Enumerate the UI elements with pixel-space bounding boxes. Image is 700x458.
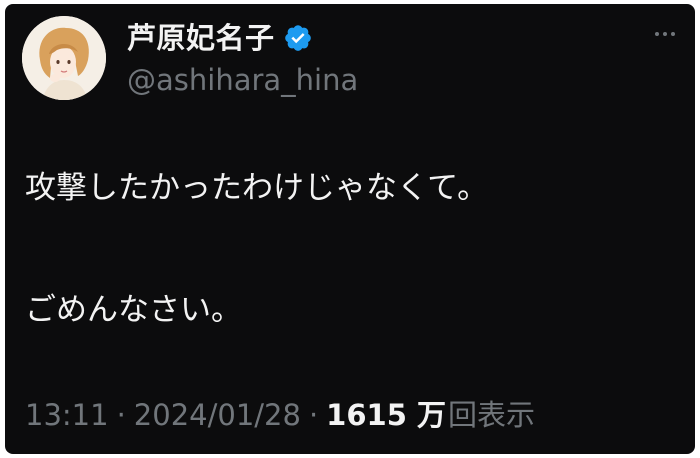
meta-separator: · [308,398,319,432]
verified-badge-icon [284,25,311,51]
more-dot [655,32,659,36]
more-dot [671,32,675,36]
avatar[interactable] [22,16,106,100]
views-count: 1615 万 [326,398,446,432]
tweet-date[interactable]: 2024/01/28 [134,396,301,434]
more-dots-icon[interactable] [649,22,681,46]
tweet-meta: 13:11 · 2024/01/28 · 1615 万 回表示 [25,396,535,434]
tweet-text-line-2: ごめんなさい。 [25,292,242,328]
tweet-card: 芦原妃名子 @ashihara_hina 攻撃したかったわけじゃなくて。 ごめん… [5,4,695,454]
tweet-time[interactable]: 13:11 [25,396,109,434]
author-handle[interactable]: @ashihara_hina [127,62,358,98]
author-display-name[interactable]: 芦原妃名子 [127,20,275,56]
avatar-illustration [22,16,106,100]
author-name-row: 芦原妃名子 [127,20,313,56]
more-dot [663,32,667,36]
meta-separator: · [116,398,126,432]
views-label: 回表示 [447,398,535,432]
tweet-text-line-1: 攻撃したかったわけじゃなくて。 [25,170,489,206]
